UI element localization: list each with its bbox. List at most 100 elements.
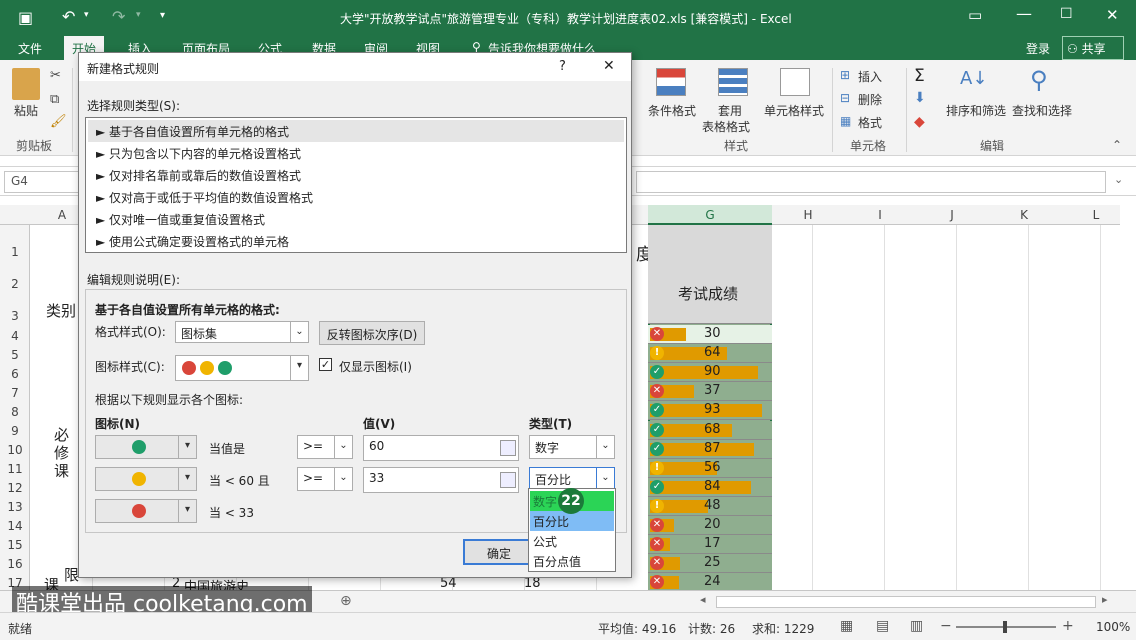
row-header[interactable]: 3 [0,309,30,323]
rule-type-item[interactable]: ► 仅对唯一值或重复值设置格式 [88,208,624,230]
zoom-out-icon[interactable]: − [940,618,952,634]
tab-file[interactable]: 文件 [18,40,42,57]
share-button[interactable]: ⚇ 共享 [1062,36,1124,60]
cell-row17-value-1[interactable]: 54 [440,576,457,591]
help-icon[interactable]: ? [559,59,566,74]
show-icon-only-checkbox[interactable]: ✓ [319,358,332,371]
redo-icon[interactable]: ↷ [112,7,125,26]
rule2-operator-select[interactable]: >= ⌄ [297,467,353,491]
row-header[interactable]: 10 [0,443,30,457]
conditional-format-button[interactable]: 条件格式 [648,102,696,119]
score-cell[interactable]: ! 64 [648,344,772,364]
table-format-icon[interactable] [718,68,748,96]
column-header-j[interactable]: J [916,208,988,222]
find-select-icon[interactable]: ⚲ [1030,66,1048,94]
delete-cells-icon[interactable]: ⊟ [840,91,850,105]
cell-category-header[interactable]: 类别 [46,300,76,321]
find-select-button[interactable]: 查找和选择 [1012,102,1072,119]
zoom-slider-thumb[interactable] [1003,621,1007,633]
cell-g-header[interactable] [648,225,772,324]
format-cells-button[interactable]: 格式 [858,114,882,131]
type-option-percentile[interactable]: 百分点值 [530,551,614,571]
score-cell[interactable]: ✕ 37 [648,382,772,402]
type-option-formula[interactable]: 公式 [530,531,614,551]
cell-limited-1[interactable]: 限 [64,564,79,585]
conditional-format-icon[interactable] [656,68,686,96]
cell-styles-button[interactable]: 单元格样式 [764,102,824,119]
close-icon[interactable]: ✕ [1106,6,1119,24]
rule1-icon-select[interactable]: ▾ [95,435,197,459]
dialog-close-icon[interactable]: ✕ [603,58,615,74]
row-header[interactable]: 12 [0,481,30,495]
row-header[interactable]: 8 [0,405,30,419]
table-format-label-2[interactable]: 表格格式 [702,118,750,135]
minimize-icon[interactable]: — [1016,4,1032,23]
score-cell[interactable]: ✓ 87 [648,439,772,459]
ribbon-options-icon[interactable]: ▭ [968,6,982,24]
cell-styles-icon[interactable] [780,68,810,96]
rule2-icon-select[interactable]: ▾ [95,467,197,491]
insert-cells-icon[interactable]: ⊞ [840,68,850,82]
score-cell[interactable]: ✕ 30 [648,325,772,344]
paste-button[interactable]: 粘贴 [14,102,38,119]
expand-formula-icon[interactable]: ⌄ [1114,173,1123,186]
paste-icon[interactable] [12,68,40,100]
horizontal-scrollbar[interactable] [716,596,1096,608]
rule-type-item[interactable]: ► 基于各自值设置所有单元格的格式 [88,120,624,142]
score-cell[interactable]: ✓ 68 [648,420,772,440]
row-header[interactable]: 6 [0,367,30,381]
score-cell[interactable]: ✕ 17 [648,535,772,555]
scroll-left-icon[interactable]: ◂ [700,593,706,606]
rule-type-item[interactable]: ► 只为包含以下内容的单元格设置格式 [88,142,624,164]
undo-dropdown-icon[interactable]: ▾ [84,10,89,20]
row-header[interactable]: 2 [0,277,30,291]
zoom-in-icon[interactable]: + [1062,618,1074,634]
score-cell[interactable]: ✓ 93 [648,401,772,421]
clear-icon[interactable]: ◆ [914,114,925,130]
copy-icon[interactable]: ⧉ [50,92,59,107]
format-cells-icon[interactable]: ▦ [840,114,851,128]
rule-type-item[interactable]: ► 仅对排名靠前或靠后的数值设置格式 [88,164,624,186]
rule1-type-select[interactable]: 数字 ⌄ [529,435,615,459]
rule1-value-input[interactable]: 60 [363,435,519,461]
maximize-icon[interactable]: ☐ [1060,6,1073,22]
column-header-h[interactable]: H [772,208,844,222]
reverse-icon-order-button[interactable]: 反转图标次序(D) [319,321,425,345]
rule1-operator-select[interactable]: >= ⌄ [297,435,353,459]
undo-icon[interactable]: ↶ [62,7,75,26]
rule2-value-input[interactable]: 33 [363,467,519,493]
column-header-g[interactable]: G [648,205,772,225]
row-header[interactable]: 14 [0,519,30,533]
score-cell[interactable]: ✕ 25 [648,554,772,574]
row-header[interactable]: 11 [0,462,30,476]
score-cell[interactable]: ! 56 [648,458,772,478]
redo-dropdown-icon[interactable]: ▾ [136,10,141,20]
rule-type-item[interactable]: ► 使用公式确定要设置格式的单元格 [88,230,624,252]
row-header[interactable]: 7 [0,386,30,400]
page-break-view-icon[interactable]: ▥ [910,618,923,634]
sort-filter-button[interactable]: 排序和筛选 [946,102,1006,119]
cut-icon[interactable]: ✂ [50,68,61,83]
row-header[interactable]: 1 [0,245,30,259]
page-layout-view-icon[interactable]: ▤ [876,618,889,634]
ok-button[interactable]: 确定 [463,539,535,565]
sort-filter-icon[interactable]: A↓ [960,68,987,89]
cell-row17-value-2[interactable]: 18 [524,576,541,591]
cell-required-3[interactable]: 课 [54,460,69,481]
icon-style-select[interactable]: ▾ [175,355,309,381]
row-header[interactable]: 13 [0,500,30,514]
type-option-percent[interactable]: 百分比 [530,511,614,531]
score-cell[interactable]: ✕ 20 [648,516,772,535]
range-select-icon[interactable] [500,472,516,488]
row-header[interactable]: 4 [0,329,30,343]
score-cell[interactable]: ✓ 90 [648,363,772,383]
collapse-ribbon-icon[interactable]: ⌃ [1112,138,1122,152]
score-cell[interactable]: ! 48 [648,496,772,516]
range-select-icon[interactable] [500,440,516,456]
row-header[interactable]: 9 [0,424,30,438]
autosum-icon[interactable]: Σ [914,66,925,86]
column-header-i[interactable]: I [844,208,916,222]
save-icon[interactable]: ▣ [18,8,33,27]
formula-input[interactable] [636,171,1106,193]
fill-icon[interactable]: ⬇ [914,90,926,106]
